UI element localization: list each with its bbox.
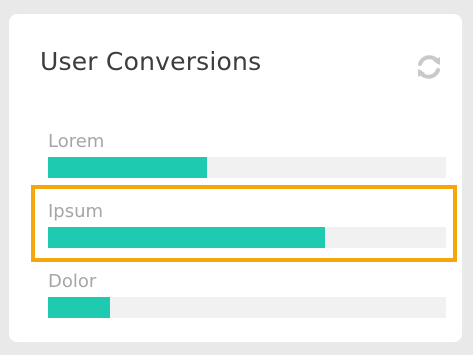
progress-track-ipsum <box>48 227 446 248</box>
row-label-dolor: Dolor <box>48 271 97 292</box>
progress-fill-lorem <box>48 157 208 178</box>
row-label-lorem: Lorem <box>48 131 105 152</box>
progress-track-dolor <box>48 297 446 318</box>
refresh-icon[interactable] <box>414 52 444 82</box>
row-label-ipsum: Ipsum <box>48 201 104 222</box>
progress-fill-dolor <box>48 297 110 318</box>
progress-fill-ipsum <box>48 227 325 248</box>
widget-title: User Conversions <box>40 47 262 76</box>
progress-track-lorem <box>48 157 446 178</box>
